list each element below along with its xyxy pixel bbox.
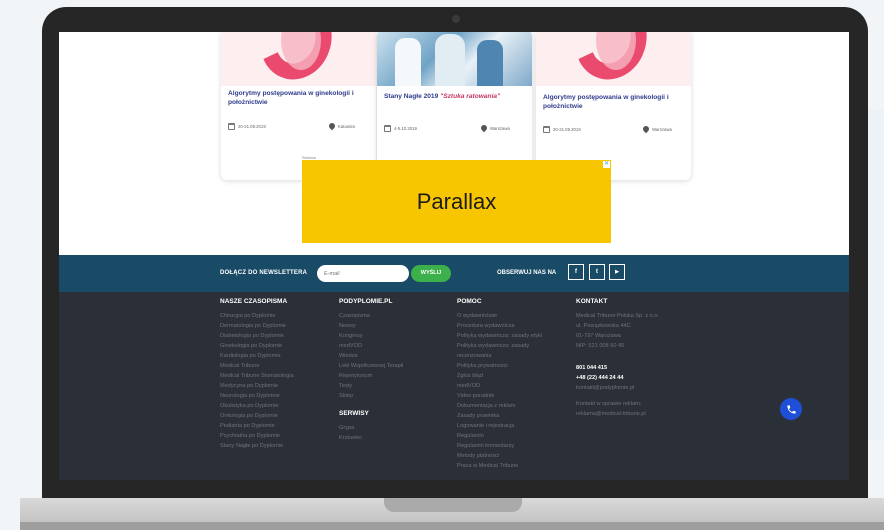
website-screen: Algorytmy postępowania w ginekologii i p… xyxy=(59,32,849,480)
footer-link[interactable]: Chirurgia po Dyplomie xyxy=(220,311,294,321)
footer-heading: PODYPLOMIE.PL xyxy=(339,298,393,305)
facebook-icon[interactable]: f xyxy=(568,264,584,280)
ad-text: Parallax xyxy=(416,188,497,214)
footer-link[interactable]: Kardiologia po Dyplomie xyxy=(220,351,294,361)
calendar-icon xyxy=(543,126,550,133)
footer-column-contact: KONTAKT Medical Tribune Polska Sp. z o.o… xyxy=(576,298,659,419)
footer-link[interactable]: Diabetologia po Dyplomie xyxy=(220,331,294,341)
location-pin-icon xyxy=(479,123,489,133)
calendar-icon xyxy=(384,125,391,132)
newsletter-label: DOŁĄCZ DO NEWSLETTERA xyxy=(220,270,308,276)
footer-link[interactable]: Logowanie i rejestracja xyxy=(457,421,542,431)
footer-link[interactable]: Stany Nagłe po Dyplomie xyxy=(220,441,294,451)
parallax-ad-banner[interactable]: Parallax ✕ xyxy=(302,160,611,243)
camera-dot xyxy=(452,15,460,23)
event-card-image xyxy=(536,32,691,86)
event-card-date: 20-21.09.2019 xyxy=(543,126,581,133)
footer-link[interactable]: Testy xyxy=(339,381,403,391)
event-card[interactable]: Algorytmy postępowania w ginekologii i p… xyxy=(536,32,691,180)
footer-link[interactable]: Dokumentacja z reklam xyxy=(457,401,542,411)
contact-email[interactable]: kontakt@podyplomie.pl xyxy=(576,383,659,393)
contact-phone[interactable]: 801 044 415 xyxy=(576,363,659,373)
email-field[interactable] xyxy=(317,265,409,282)
youtube-icon[interactable]: ▶ xyxy=(609,264,625,280)
footer-heading: NASZE CZASOPISMA xyxy=(220,298,288,305)
footer-link[interactable]: Regulamin komentarzy xyxy=(457,441,542,451)
send-button[interactable]: WYŚLIJ xyxy=(411,265,451,282)
location-pin-icon xyxy=(327,121,337,131)
twitter-icon[interactable]: t xyxy=(589,264,605,280)
event-card-location: Warszawa xyxy=(641,124,672,134)
footer-link[interactable]: Wiedza xyxy=(339,351,403,361)
event-card-title[interactable]: Algorytmy postępowania w ginekologii i p… xyxy=(543,93,688,111)
contact-address-line: ul. Powązkowska 44C xyxy=(576,323,631,329)
footer-link[interactable]: Medycyna po Dyplomie xyxy=(220,381,294,391)
call-button[interactable] xyxy=(780,398,802,420)
footer-link[interactable]: Regulamin xyxy=(457,431,542,441)
footer-link[interactable]: Polityka wydawnicza: zasady etyki xyxy=(457,331,542,341)
newsletter-bar: DOŁĄCZ DO NEWSLETTERA WYŚLIJ OBSERWUJ NA… xyxy=(59,255,849,292)
contact-address-line: NIP: 521 008 60 45 xyxy=(576,343,625,349)
footer-link[interactable]: Okulistyka po Dyplomie xyxy=(220,401,294,411)
event-card-image xyxy=(377,32,532,86)
footer-link[interactable]: Kongresy xyxy=(339,331,403,341)
ads-contact-label: Kontakt w sprawie reklam: xyxy=(576,401,642,407)
footer-link[interactable]: Krztusiec xyxy=(339,433,403,443)
close-icon[interactable]: ✕ xyxy=(603,161,610,168)
footer-heading: SERWISY xyxy=(339,410,369,417)
follow-label: OBSERWUJ NAS NA xyxy=(497,270,557,276)
ads-contact-email[interactable]: reklama@medical-tribune.pl xyxy=(576,409,659,419)
event-card-location: Warszawa xyxy=(479,123,510,133)
contact-address-line: Medical Tribune Polska Sp. z o.o. xyxy=(576,313,660,319)
footer: NASZE CZASOPISMA Chirurgia po Dyplomie De… xyxy=(59,292,849,480)
footer-link[interactable]: Polityka wydawnicza: zasady xyxy=(457,341,542,351)
footer-link[interactable]: Polityka prywatności xyxy=(457,361,542,371)
footer-link[interactable]: O wydawnictwie xyxy=(457,311,542,321)
event-card[interactable]: Stany Nagłe 2019 "Sztuka ratowania" 4-5.… xyxy=(377,32,532,180)
footer-link[interactable]: recenzowania xyxy=(457,351,542,361)
event-card-date: 20-21.09.2019 xyxy=(228,123,266,130)
footer-link[interactable]: Medical Tribune Stomatologia xyxy=(220,371,294,381)
footer-link[interactable]: Newsy xyxy=(339,321,403,331)
footer-link[interactable]: Procedura wydawnicza xyxy=(457,321,542,331)
contact-address-line: 01-797 Warszawa xyxy=(576,333,621,339)
footer-link[interactable]: Video poradnik xyxy=(457,391,542,401)
footer-link[interactable]: Czasopisma xyxy=(339,311,403,321)
footer-link[interactable]: Repetytorium xyxy=(339,371,403,381)
footer-link[interactable]: Leki Współczesnej Terapii xyxy=(339,361,403,371)
footer-link[interactable]: medVOD xyxy=(457,381,542,391)
footer-link[interactable]: Dermatologia po Dyplomie xyxy=(220,321,294,331)
footer-heading: KONTAKT xyxy=(576,298,608,305)
laptop-hinge-notch xyxy=(384,498,522,512)
location-pin-icon xyxy=(641,124,651,134)
footer-column-help: POMOC O wydawnictwie Procedura wydawnicza… xyxy=(457,298,542,471)
calendar-icon xyxy=(228,123,235,130)
event-card-date: 4-5.10.2019 xyxy=(384,125,417,132)
event-card-title[interactable]: Algorytmy postępowania w ginekologii i p… xyxy=(228,89,373,107)
footer-link[interactable]: Praca w Medical Tribune xyxy=(457,461,542,471)
footer-link[interactable]: Metody płatności xyxy=(457,451,542,461)
footer-link[interactable]: Neurologia po Dyplomie xyxy=(220,391,294,401)
footer-link[interactable]: Grypa xyxy=(339,423,403,433)
footer-link[interactable]: Onkologia po Dyplomie xyxy=(220,411,294,421)
footer-link[interactable]: Psychiatria po Dyplomie xyxy=(220,431,294,441)
footer-link[interactable]: Sklep xyxy=(339,391,403,401)
phone-icon xyxy=(786,404,796,414)
event-card-title[interactable]: Stany Nagłe 2019 "Sztuka ratowania" xyxy=(384,92,529,101)
event-card-image xyxy=(221,32,376,86)
event-card-location: Katowice xyxy=(327,121,355,131)
footer-link[interactable]: medVOD xyxy=(339,341,403,351)
footer-column-podyplomie: PODYPLOMIE.PL Czasopisma Newsy Kongresy med… xyxy=(339,298,403,443)
contact-phone[interactable]: +48 (22) 444 24 44 xyxy=(576,373,659,383)
event-card[interactable]: Algorytmy postępowania w ginekologii i p… xyxy=(221,32,376,180)
footer-link[interactable]: Zgłoś błąd xyxy=(457,371,542,381)
footer-column-magazines: NASZE CZASOPISMA Chirurgia po Dyplomie De… xyxy=(220,298,294,451)
footer-link[interactable]: Pediatria po Dyplomie xyxy=(220,421,294,431)
footer-heading: POMOC xyxy=(457,298,482,305)
footer-link[interactable]: Zasady prawnika xyxy=(457,411,542,421)
footer-link[interactable]: Ginekologia po Dyplomie xyxy=(220,341,294,351)
laptop-base-bottom xyxy=(20,522,884,530)
footer-link[interactable]: Medical Tribune xyxy=(220,361,294,371)
